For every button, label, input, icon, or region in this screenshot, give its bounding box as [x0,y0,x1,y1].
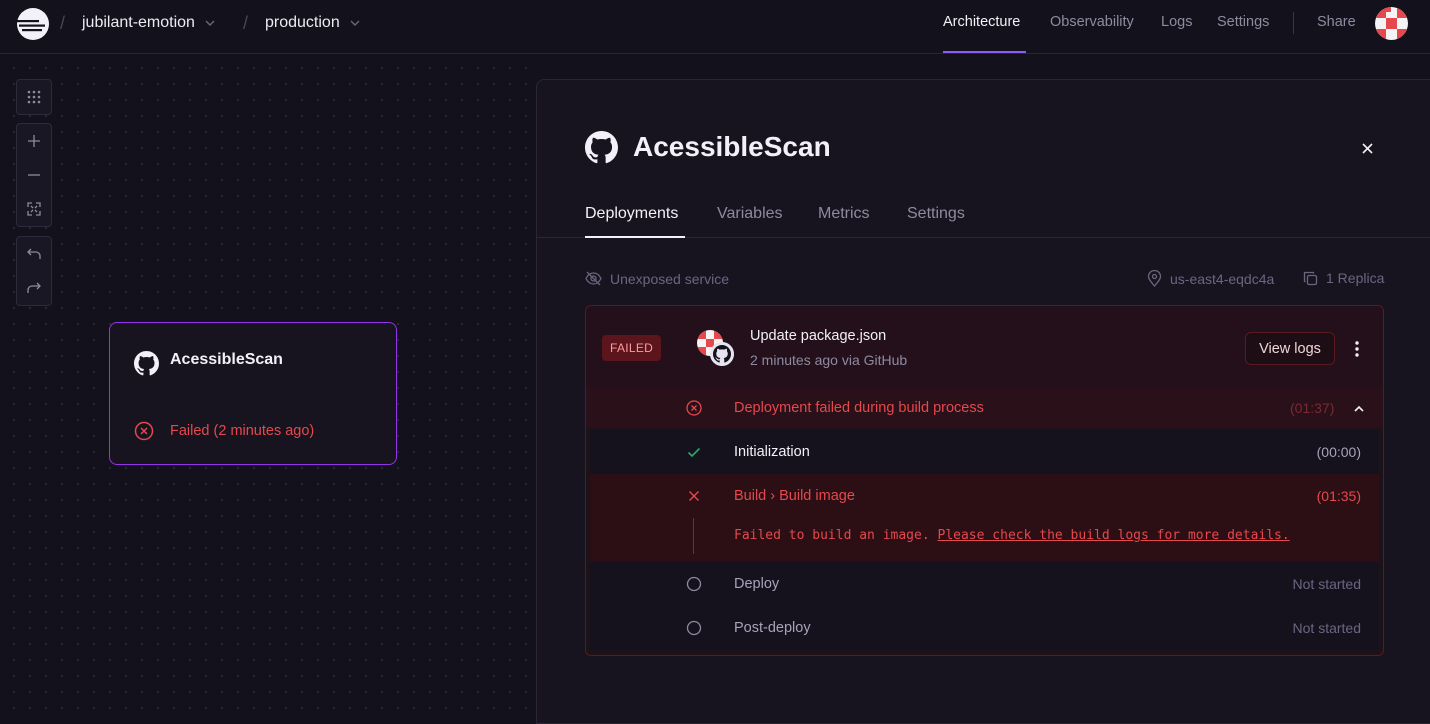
project-selector[interactable]: jubilant-emotion [82,14,215,32]
step-connector [693,518,694,554]
error-text: Failed to build an image. [734,528,930,543]
plus-icon [28,135,40,147]
grid-dots-icon [27,90,41,104]
share-button[interactable]: Share [1317,14,1356,30]
breadcrumb-separator: / [243,13,249,33]
fit-view-button[interactable] [17,192,51,226]
github-icon [134,351,159,376]
replica-label: 1 Replica [1326,270,1385,286]
region-info: us-east4-eqdc4a [1147,270,1274,287]
grid-menu-button[interactable] [17,80,51,114]
region-label: us-east4-eqdc4a [1170,270,1275,287]
step-build: Build › Build image (01:35) Failed to bu… [590,474,1379,562]
deployment-card: FAILED Update package.json 2 minutes ago… [585,305,1384,656]
service-name: AcessibleScan [170,351,283,368]
failure-duration: (01:37) [1290,400,1335,416]
step-label: Deploy [734,576,780,592]
build-error-message: Failed to build an image. Please check t… [734,528,1290,543]
environment-name: production [265,14,340,31]
error-circle-icon [686,400,702,416]
zoom-out-button[interactable] [17,158,51,192]
user-avatar[interactable] [1375,7,1408,40]
minus-icon [28,174,40,176]
active-tab-indicator [585,236,685,238]
close-panel-button[interactable] [1357,138,1377,158]
undo-icon [27,248,41,259]
step-label: Post-deploy [734,620,811,636]
panel-tabs: Deployments Variables Metrics Settings [537,196,1430,238]
railway-logo-icon[interactable] [16,7,50,41]
tab-variables[interactable]: Variables [717,205,783,223]
step-time: (01:35) [1316,488,1361,504]
chevron-up-icon[interactable] [1352,402,1366,416]
step-time: Not started [1292,620,1361,636]
chevron-down-icon [350,20,360,26]
failure-summary: Deployment failed during build process [734,400,984,416]
exposure-status: Unexposed service [585,270,729,287]
commit-title: Update package.json [750,328,887,344]
nav-logs[interactable]: Logs [1161,14,1192,30]
eye-off-icon [585,271,602,286]
chevron-down-icon [205,20,215,26]
close-icon [1361,142,1373,154]
replica-info: 1 Replica [1303,270,1384,286]
expand-icon [27,202,41,216]
tab-metrics[interactable]: Metrics [818,205,870,223]
location-pin-icon [1147,270,1162,287]
tab-deployments[interactable]: Deployments [585,205,678,223]
top-bar: / jubilant-emotion / production Architec… [0,0,1430,54]
nav-observability[interactable]: Observability [1050,14,1134,30]
service-card[interactable]: AcessibleScan Failed (2 minutes ago) [109,322,397,465]
github-icon [585,131,618,164]
redo-icon [27,282,41,293]
step-label: Build › Build image [734,488,855,504]
x-icon [689,491,699,501]
error-circle-icon [134,421,154,441]
step-time: Not started [1292,576,1361,592]
failure-summary-row[interactable]: Deployment failed during build process (… [586,388,1383,428]
environment-selector[interactable]: production [265,14,360,32]
status-badge: FAILED [602,335,662,361]
zoom-in-button[interactable] [17,124,51,158]
step-initialization: Initialization (00:00) [590,430,1379,474]
breadcrumb-separator: / [60,13,66,33]
active-nav-indicator [943,51,1026,53]
tab-settings[interactable]: Settings [907,205,965,223]
copy-icon [1303,271,1318,285]
redo-button[interactable] [17,271,51,305]
build-logs-link[interactable]: Please check the build logs for more det… [938,528,1290,543]
architecture-canvas[interactable]: AcessibleScan Failed (2 minutes ago) [0,54,540,719]
exposure-label: Unexposed service [610,270,730,287]
github-icon [710,342,734,366]
step-deploy: Deploy Not started [590,562,1379,606]
view-logs-button[interactable]: View logs [1245,332,1335,365]
toolbar-zoom-group [16,123,52,227]
pending-circle-icon [686,576,702,592]
service-panel: AcessibleScan Deployments Variables Metr… [536,79,1430,724]
check-icon [687,447,701,458]
step-time: (00:00) [1316,444,1361,460]
nav-settings[interactable]: Settings [1217,14,1269,30]
step-post-deploy: Post-deploy Not started [590,606,1379,650]
nav-divider [1293,12,1294,34]
more-vertical-icon [1355,341,1359,357]
step-label: Initialization [734,444,810,460]
panel-title: AcessibleScan [633,131,831,162]
undo-button[interactable] [17,237,51,271]
pending-circle-icon [686,620,702,636]
service-status: Failed (2 minutes ago) [170,423,315,439]
deployment-menu-button[interactable] [1346,338,1368,360]
deployment-header[interactable]: FAILED Update package.json 2 minutes ago… [586,306,1383,388]
toolbar-grid-group [16,79,52,115]
commit-subtitle: 2 minutes ago via GitHub [750,352,908,368]
toolbar-history-group [16,236,52,306]
project-name: jubilant-emotion [82,14,195,31]
nav-architecture[interactable]: Architecture [943,14,1020,30]
